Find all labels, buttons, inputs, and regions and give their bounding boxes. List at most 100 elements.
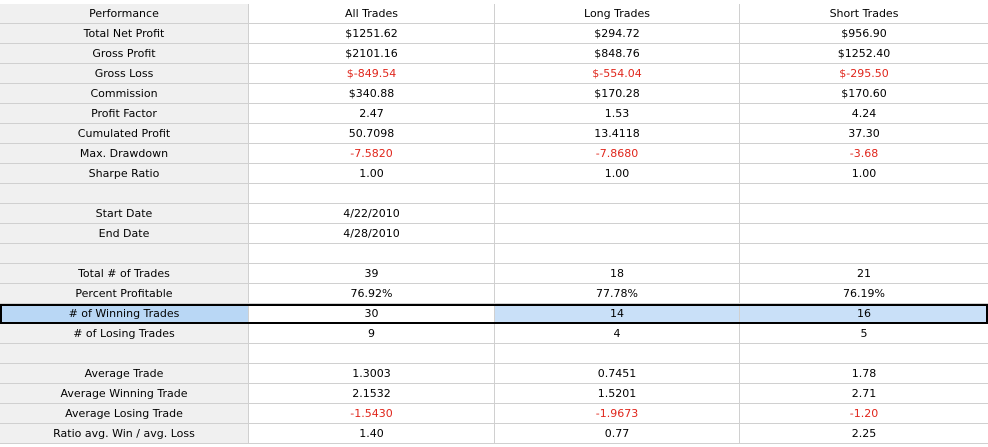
- short-trades-cell[interactable]: 76.19%: [740, 284, 988, 304]
- all-trades-cell[interactable]: 39: [249, 264, 495, 284]
- row-label[interactable]: End Date: [0, 224, 249, 244]
- long-trades-cell[interactable]: $848.76: [495, 44, 740, 64]
- header-long-trades[interactable]: Long Trades: [495, 4, 740, 24]
- table-row[interactable]: Gross Profit $2101.16 $848.76 $1252.40: [0, 44, 988, 64]
- row-label[interactable]: Commission: [0, 84, 249, 104]
- row-label[interactable]: Cumulated Profit: [0, 124, 249, 144]
- short-trades-cell[interactable]: 1.78: [740, 364, 988, 384]
- short-trades-cell[interactable]: $170.60: [740, 84, 988, 104]
- short-trades-cell[interactable]: 1.00: [740, 164, 988, 184]
- table-row[interactable]: Average Winning Trade 2.1532 1.5201 2.71: [0, 384, 988, 404]
- all-trades-cell[interactable]: 2.47: [249, 104, 495, 124]
- long-trades-cell[interactable]: 0.77: [495, 424, 740, 444]
- long-trades-cell[interactable]: $170.28: [495, 84, 740, 104]
- short-trades-cell[interactable]: [740, 184, 988, 204]
- long-trades-cell[interactable]: $294.72: [495, 24, 740, 44]
- header-all-trades[interactable]: All Trades: [249, 4, 495, 24]
- short-trades-cell[interactable]: 2.25: [740, 424, 988, 444]
- long-trades-cell[interactable]: 1.53: [495, 104, 740, 124]
- all-trades-cell[interactable]: $-849.54: [249, 64, 495, 84]
- row-label[interactable]: # of Winning Trades: [0, 304, 249, 324]
- short-trades-cell[interactable]: 16: [740, 304, 988, 324]
- all-trades-cell[interactable]: 76.92%: [249, 284, 495, 304]
- table-row[interactable]: [0, 344, 988, 364]
- long-trades-cell[interactable]: 1.00: [495, 164, 740, 184]
- long-trades-cell[interactable]: 77.78%: [495, 284, 740, 304]
- all-trades-cell[interactable]: 30: [249, 304, 495, 324]
- all-trades-cell[interactable]: $1251.62: [249, 24, 495, 44]
- table-row[interactable]: Cumulated Profit 50.7098 13.4118 37.30: [0, 124, 988, 144]
- long-trades-cell[interactable]: 18: [495, 264, 740, 284]
- all-trades-cell[interactable]: $340.88: [249, 84, 495, 104]
- table-row[interactable]: Sharpe Ratio 1.00 1.00 1.00: [0, 164, 988, 184]
- short-trades-cell[interactable]: 4.24: [740, 104, 988, 124]
- table-row[interactable]: End Date 4/28/2010: [0, 224, 988, 244]
- all-trades-cell[interactable]: $2101.16: [249, 44, 495, 64]
- row-label[interactable]: Max. Drawdown: [0, 144, 249, 164]
- short-trades-cell[interactable]: [740, 344, 988, 364]
- table-row[interactable]: Start Date 4/22/2010: [0, 204, 988, 224]
- short-trades-cell[interactable]: $1252.40: [740, 44, 988, 64]
- row-label[interactable]: # of Losing Trades: [0, 324, 249, 344]
- all-trades-cell[interactable]: 1.00: [249, 164, 495, 184]
- all-trades-cell[interactable]: 1.3003: [249, 364, 495, 384]
- row-label[interactable]: Total Net Profit: [0, 24, 249, 44]
- short-trades-cell[interactable]: 37.30: [740, 124, 988, 144]
- all-trades-cell[interactable]: -7.5820: [249, 144, 495, 164]
- table-row[interactable]: Average Losing Trade -1.5430 -1.9673 -1.20: [0, 404, 988, 424]
- long-trades-cell[interactable]: 4: [495, 324, 740, 344]
- all-trades-cell[interactable]: 1.40: [249, 424, 495, 444]
- long-trades-cell[interactable]: -7.8680: [495, 144, 740, 164]
- table-row[interactable]: Percent Profitable 76.92% 77.78% 76.19%: [0, 284, 988, 304]
- all-trades-cell[interactable]: 50.7098: [249, 124, 495, 144]
- all-trades-cell[interactable]: 2.1532: [249, 384, 495, 404]
- row-label[interactable]: Sharpe Ratio: [0, 164, 249, 184]
- table-row[interactable]: Total # of Trades 39 18 21: [0, 264, 988, 284]
- table-row[interactable]: Commission $340.88 $170.28 $170.60: [0, 84, 988, 104]
- long-trades-cell[interactable]: [495, 244, 740, 264]
- header-performance[interactable]: Performance: [0, 4, 249, 24]
- header-short-trades[interactable]: Short Trades: [740, 4, 988, 24]
- short-trades-cell[interactable]: -1.20: [740, 404, 988, 424]
- long-trades-cell[interactable]: [495, 184, 740, 204]
- all-trades-cell[interactable]: [249, 344, 495, 364]
- table-row[interactable]: Gross Loss $-849.54 $-554.04 $-295.50: [0, 64, 988, 84]
- table-row[interactable]: Ratio avg. Win / avg. Loss 1.40 0.77 2.25: [0, 424, 988, 444]
- row-label[interactable]: [0, 184, 249, 204]
- all-trades-cell[interactable]: 4/28/2010: [249, 224, 495, 244]
- row-label[interactable]: Gross Loss: [0, 64, 249, 84]
- table-row[interactable]: [0, 184, 988, 204]
- all-trades-cell[interactable]: [249, 184, 495, 204]
- row-label[interactable]: Ratio avg. Win / avg. Loss: [0, 424, 249, 444]
- row-label[interactable]: Profit Factor: [0, 104, 249, 124]
- all-trades-cell[interactable]: [249, 244, 495, 264]
- row-label[interactable]: Average Losing Trade: [0, 404, 249, 424]
- short-trades-cell[interactable]: 21: [740, 264, 988, 284]
- table-row[interactable]: [0, 244, 988, 264]
- short-trades-cell[interactable]: $-295.50: [740, 64, 988, 84]
- row-label[interactable]: Start Date: [0, 204, 249, 224]
- short-trades-cell[interactable]: [740, 204, 988, 224]
- table-row[interactable]: # of Losing Trades 9 4 5: [0, 324, 988, 344]
- table-row[interactable]: # of Winning Trades 30 14 16: [0, 304, 988, 324]
- short-trades-cell[interactable]: 5: [740, 324, 988, 344]
- short-trades-cell[interactable]: 2.71: [740, 384, 988, 404]
- table-row[interactable]: Total Net Profit $1251.62 $294.72 $956.90: [0, 24, 988, 44]
- all-trades-cell[interactable]: 9: [249, 324, 495, 344]
- short-trades-cell[interactable]: [740, 244, 988, 264]
- long-trades-cell[interactable]: [495, 344, 740, 364]
- all-trades-cell[interactable]: 4/22/2010: [249, 204, 495, 224]
- row-label[interactable]: Total # of Trades: [0, 264, 249, 284]
- row-label[interactable]: [0, 244, 249, 264]
- row-label[interactable]: [0, 344, 249, 364]
- long-trades-cell[interactable]: $-554.04: [495, 64, 740, 84]
- long-trades-cell[interactable]: 13.4118: [495, 124, 740, 144]
- long-trades-cell[interactable]: 1.5201: [495, 384, 740, 404]
- long-trades-cell[interactable]: 14: [495, 304, 740, 324]
- long-trades-cell[interactable]: 0.7451: [495, 364, 740, 384]
- row-label[interactable]: Gross Profit: [0, 44, 249, 64]
- row-label[interactable]: Percent Profitable: [0, 284, 249, 304]
- row-label[interactable]: Average Winning Trade: [0, 384, 249, 404]
- short-trades-cell[interactable]: $956.90: [740, 24, 988, 44]
- row-label[interactable]: Average Trade: [0, 364, 249, 384]
